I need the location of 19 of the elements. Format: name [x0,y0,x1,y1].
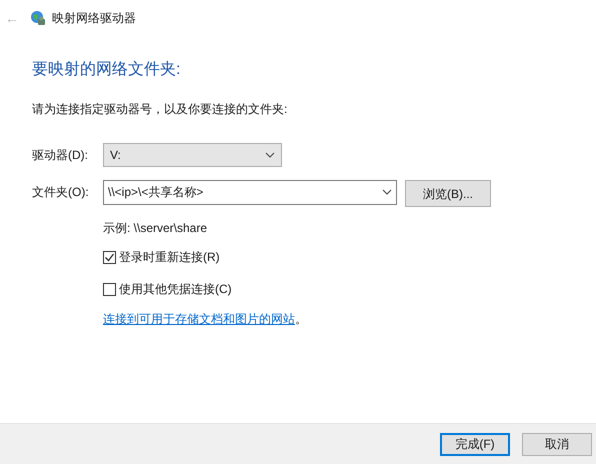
drive-label: 驱动器(D): [32,147,89,164]
chevron-down-icon [265,152,275,158]
check-icon [104,252,115,262]
network-drive-icon [30,10,46,26]
finish-button[interactable]: 完成(F) [440,432,510,456]
folder-label: 文件夹(O): [32,184,90,201]
instruction-text: 请为连接指定驱动器号，以及你要连接的文件夹: [32,101,288,118]
chevron-down-icon [382,189,392,195]
drive-dropdown[interactable]: V: [103,143,282,167]
link-sentence: 连接到可用于存储文档和图片的网站。 [103,311,308,328]
folder-combo-box[interactable]: \\<ip>\<共享名称> [103,180,397,204]
window-title: 映射网络驱动器 [52,10,136,27]
example-text: 示例: \\server\share [103,220,208,237]
website-link[interactable]: 连接到可用于存储文档和图片的网站 [103,312,295,326]
checkbox-option[interactable]: 使用其他凭据连接(C) [103,280,596,298]
checkbox-option[interactable]: 登录时重新连接(R) [103,248,596,266]
cancel-button[interactable]: 取消 [522,432,592,456]
browse-button[interactable]: 浏览(B)... [405,180,491,207]
page-heading: 要映射的网络文件夹: [32,60,182,80]
